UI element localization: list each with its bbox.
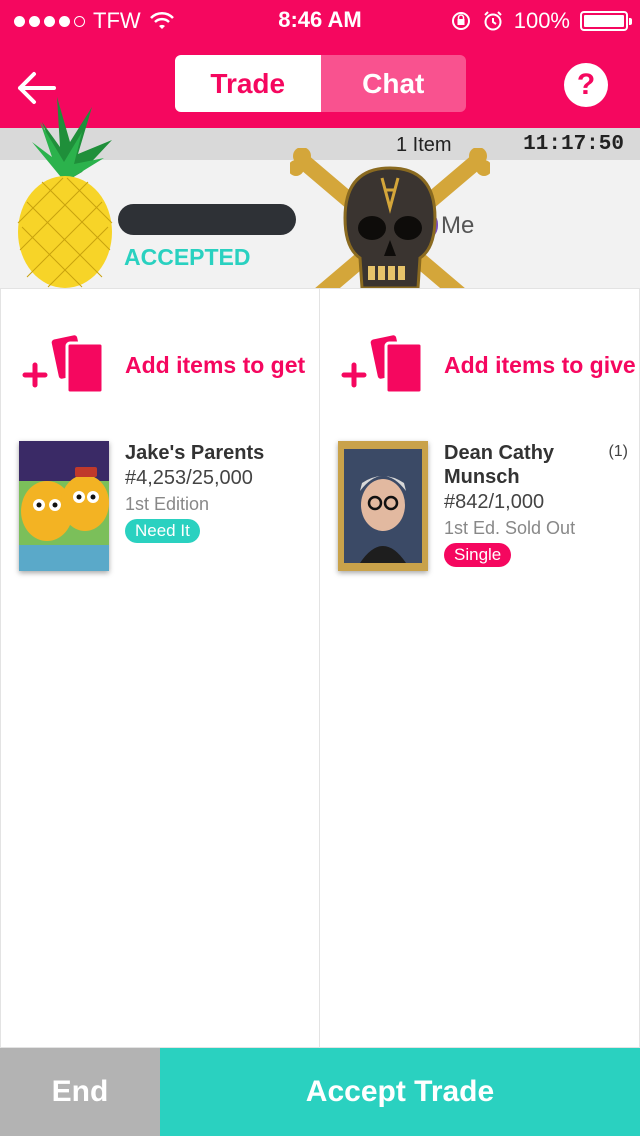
need-it-badge: Need It bbox=[125, 519, 200, 543]
item-title: Jake's Parents bbox=[125, 442, 265, 464]
add-cards-icon bbox=[341, 335, 424, 395]
partner-name-redacted bbox=[118, 204, 296, 235]
item-title: Dean Cathy Munsch bbox=[444, 442, 555, 488]
dean-cathy-munsch-thumbnail bbox=[338, 441, 428, 571]
single-badge: Single bbox=[444, 543, 512, 567]
status-bar: TFW 8:46 AM 100% bbox=[0, 0, 640, 40]
item-edition: 1st Edition bbox=[125, 494, 210, 514]
get-column: Add items to get Jake's Parents #4,253/2… bbox=[0, 288, 320, 1048]
rotation-lock-icon bbox=[451, 12, 470, 30]
add-items-to-give-label: Add items to give bbox=[444, 351, 636, 378]
accept-trade-button[interactable]: Accept Trade bbox=[160, 1048, 640, 1136]
battery-percent: 100% bbox=[513, 8, 570, 33]
give-column: Add items to give Dean Cathy Munsch #842… bbox=[320, 288, 640, 1048]
add-items-to-get-button[interactable]: Add items to get bbox=[21, 335, 305, 395]
item-edition: 1st Ed. Sold Out bbox=[444, 518, 576, 538]
help-button[interactable]: ? bbox=[564, 63, 608, 107]
trade-chat-toggle: Trade Chat bbox=[175, 55, 466, 112]
pineapple-avatar bbox=[17, 97, 113, 288]
battery-icon bbox=[580, 11, 632, 31]
add-items-to-give-button[interactable]: Add items to give bbox=[340, 335, 636, 395]
item-quantity: (1) bbox=[608, 443, 628, 460]
jakes-parents-thumbnail bbox=[19, 441, 109, 571]
alarm-icon bbox=[484, 11, 502, 31]
trade-timer: 11:17:50 bbox=[523, 133, 624, 156]
tab-trade[interactable]: Trade bbox=[175, 55, 321, 112]
item-serial: #842/1,000 bbox=[444, 491, 545, 513]
end-button[interactable]: End bbox=[0, 1048, 160, 1136]
tab-chat[interactable]: Chat bbox=[320, 55, 466, 112]
add-cards-icon bbox=[22, 335, 105, 395]
item-serial: #4,253/25,000 bbox=[125, 467, 253, 489]
add-items-to-get-label: Add items to get bbox=[125, 351, 306, 378]
partner-status: ACCEPTED bbox=[124, 244, 251, 270]
